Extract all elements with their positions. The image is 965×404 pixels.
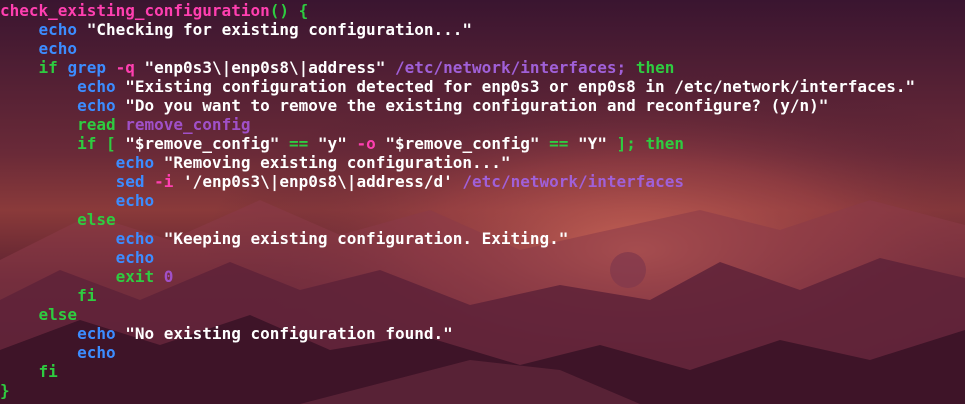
code-line-11: echo: [115, 191, 155, 210]
code-line-2: echo "Checking for existing configuratio…: [38, 20, 473, 39]
code-line-10: sed -i '/enp0s3\|enp0s8\|address/d' /etc…: [115, 172, 684, 191]
code-line-1: check_existing_configuration() {: [0, 1, 309, 20]
code-line-9: echo "Removing existing configuration...…: [115, 153, 511, 172]
code-line-5: echo "Existing configuration detected fo…: [77, 77, 916, 96]
code-line-12: else: [77, 210, 116, 229]
code-line-21: }: [0, 381, 10, 400]
code-line-3: echo: [38, 39, 78, 58]
code-line-18: echo "No existing configuration found.": [77, 324, 453, 343]
code-line-13: echo "Keeping existing configuration. Ex…: [115, 229, 569, 248]
code-line-20: fi: [38, 362, 58, 381]
code-line-8: if [ "$remove_config" == "y" -o "$remove…: [77, 134, 685, 153]
code-line-19: echo: [77, 343, 116, 362]
terminal-window[interactable]: check_existing_configuration() { echo "C…: [0, 0, 965, 404]
code-line-15: exit 0: [115, 267, 174, 286]
code-line-6: echo "Do you want to remove the existing…: [77, 96, 829, 115]
code-line-4: if grep -q "enp0s3\|enp0s8\|address" /et…: [38, 58, 675, 77]
code-line-14: echo: [115, 248, 155, 267]
code-line-16: fi: [77, 286, 97, 305]
code-line-17: else: [38, 305, 78, 324]
code-line-7: read remove_config: [77, 115, 251, 134]
code-text: check_existing_configuration() { echo "C…: [0, 1, 915, 400]
